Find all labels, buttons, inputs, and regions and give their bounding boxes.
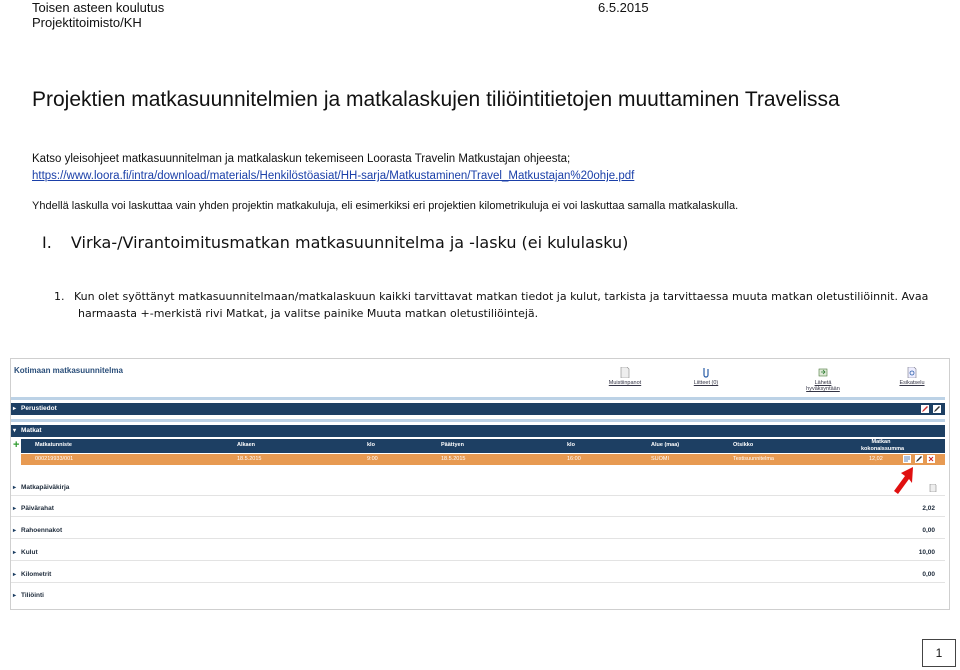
row-tiliointi[interactable]: ▸ Tiliöinti [11,589,945,603]
preview-icon [907,367,917,378]
trip-row[interactable]: 000219933/001 18.5.2015 9:00 18.5.2015 1… [21,454,945,465]
toolbar-attachments[interactable]: Liitteet (0) [686,367,726,386]
row-paivarahat[interactable]: ▸ Päivärahat 2,02 [11,502,945,517]
toolbar-notes[interactable]: Muistiinpanot [605,367,645,386]
pencil-icon[interactable] [933,405,941,413]
note-text: Yhdellä laskulla voi laskuttaa vain yhde… [32,200,739,212]
section-title: Virka-/Virantoimitusmatkan matkasuunnite… [70,233,629,252]
screenshot-title: Kotimaan matkasuunnitelma [14,366,123,375]
intro-text: Katso yleisohjeet matkasuunnitelman ja m… [32,153,571,165]
delete-trip-icon[interactable] [927,455,935,463]
section-number: I. [42,233,52,252]
row-kilometrit[interactable]: ▸ Kilometrit 0,00 [11,568,945,583]
row-matkapaivakirja[interactable]: ▸ Matkapäiväkirja [11,481,945,496]
page-title: Projektien matkasuunnitelmien ja matkala… [32,88,840,111]
step-1-line-1: 1. Kun olet syöttänyt matkasuunnitelmaan… [54,290,929,303]
header-org: Toisen asteen koulutus [32,0,165,15]
header-unit: Projektitoimisto/KH [32,15,142,30]
trips-table-header: Matkatunniste Alkaen klo Päättyen klo Al… [21,439,945,453]
step-1-line-2: harmaasta +-merkistä rivi Matkat, ja val… [78,307,539,320]
toolbar-preview[interactable]: Esikatselu [892,367,932,386]
send-icon [818,368,828,377]
document-icon [620,367,630,378]
row-kulut[interactable]: ▸ Kulut 10,00 [11,546,945,561]
expand-icon[interactable]: ▸ [13,403,21,415]
add-trip-icon[interactable]: + [13,439,19,451]
paperclip-icon [703,368,709,378]
step-number: 1. [54,290,65,303]
edit-icon[interactable] [921,405,929,413]
perustiedot-bar[interactable]: ▸ Perustiedot [11,403,945,415]
page-number: 1 [922,639,956,667]
note-icon[interactable] [929,484,937,492]
instruction-link[interactable]: https://www.loora.fi/intra/download/mate… [32,170,634,182]
travel-screenshot: Kotimaan matkasuunnitelma Muistiinpanot … [10,358,950,610]
toolbar-send-approval[interactable]: Lähetä hyväksyntään [803,367,843,392]
collapse-icon[interactable]: ▾ [13,425,21,437]
row-rahoennakot[interactable]: ▸ Rahoennakot 0,00 [11,524,945,539]
matkat-bar[interactable]: ▾ Matkat [11,425,945,437]
change-accounting-icon[interactable] [903,455,911,463]
section-heading: I. Virka-/Virantoimitusmatkan matkasuunn… [42,233,628,252]
header-date: 6.5.2015 [598,0,649,15]
edit-trip-icon[interactable] [915,455,923,463]
